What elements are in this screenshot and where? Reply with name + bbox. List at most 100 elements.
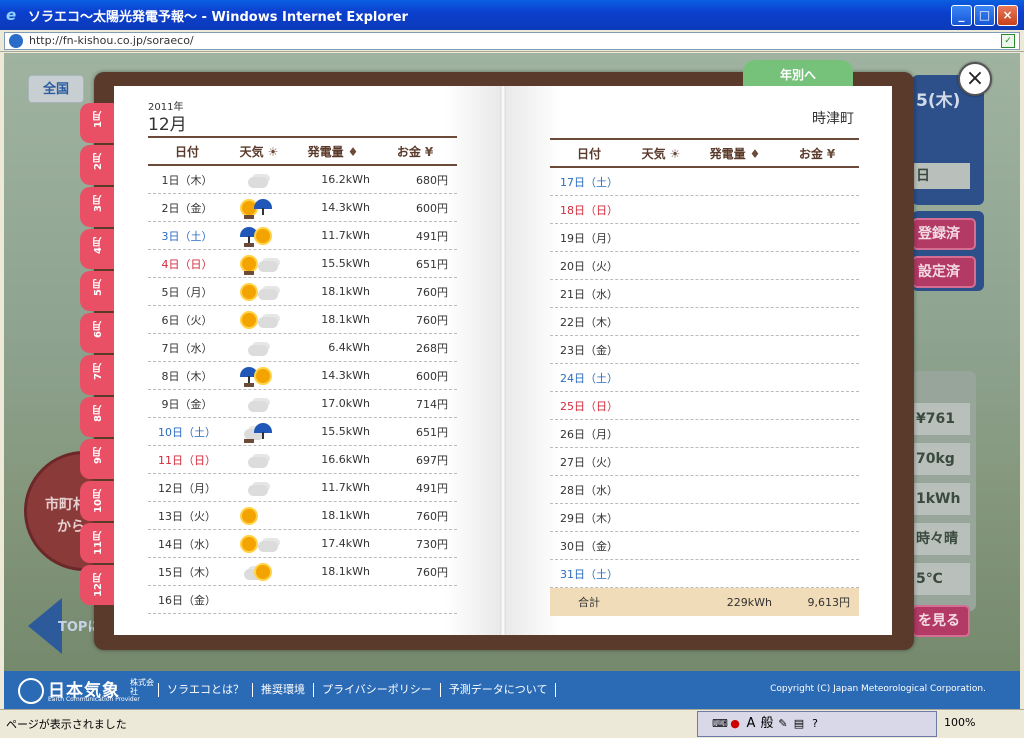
weather-cell [226, 391, 292, 417]
ime-mode[interactable]: A [744, 717, 758, 731]
month-tab[interactable]: 3月 [80, 187, 114, 227]
month-tab[interactable]: 10月 [80, 481, 114, 521]
sun-icon [256, 228, 270, 243]
tool-icon[interactable]: ✎ [776, 717, 790, 731]
month-tab[interactable]: 8月 [80, 397, 114, 437]
close-modal-button[interactable]: × [958, 62, 992, 96]
maximize-button[interactable]: □ [974, 5, 995, 26]
date-cell: 9日（金） [161, 397, 213, 411]
ime-conversion[interactable]: 般 [760, 717, 774, 731]
table-row: 24日（土） [550, 364, 859, 392]
weather-cell [628, 281, 694, 307]
pad-icon[interactable]: ▤ [792, 717, 806, 731]
weather-cell [226, 419, 292, 445]
date-cell: 26日（月） [560, 427, 618, 441]
jmc-logo[interactable]: 日本気象 株式会社 Earth Communication Provider [18, 675, 158, 705]
month-tab[interactable]: 6月 [80, 313, 114, 353]
sun-icon [242, 312, 256, 327]
weather-cell [226, 279, 292, 305]
power-header-icon: ♦ [749, 146, 761, 161]
table-row: 10日（土） 15.5kWh 651円 [148, 418, 457, 446]
table-row: 11日（日） 16.6kWh 697円 [148, 446, 457, 474]
date-cell: 1日（木） [161, 173, 213, 187]
registered-button[interactable]: 登録済 [912, 218, 976, 250]
header-money: お金 ¥ [798, 146, 836, 161]
footer-link-data[interactable]: 予測データについて [439, 683, 557, 697]
browser-window: e ソラエコ〜太陽光発電予報〜 - Windows Internet Explo… [0, 0, 1024, 738]
ime-ball-icon[interactable]: ● [728, 717, 742, 731]
money-cell: 651円 [416, 425, 448, 439]
power-cell: 18.1kWh [321, 285, 370, 298]
date-cell: 24日（土） [560, 371, 618, 385]
money-cell: 491円 [416, 229, 448, 243]
table-row: 14日（水） 17.4kWh 730円 [148, 530, 457, 558]
table-row: 29日（木） [550, 504, 859, 532]
weather-cell [226, 251, 292, 277]
date-cell: 16日（金） [158, 593, 216, 607]
date-cell: 18日（日） [560, 203, 618, 217]
month-tab[interactable]: 11月 [80, 523, 114, 563]
cloud-icon [248, 456, 268, 468]
weather-cell [628, 533, 694, 559]
table-row: 13日（火） 18.1kWh 760円 [148, 502, 457, 530]
zoom-level[interactable]: 100% [944, 716, 975, 729]
month-tab[interactable]: 12月 [80, 565, 114, 605]
sun-icon [242, 536, 256, 551]
total-row: 合計 229kWh 9,613円 [550, 588, 859, 616]
footer-link-about[interactable]: ソラエコとは？ [158, 683, 252, 697]
money-cell: 760円 [416, 313, 448, 327]
cloud-icon [258, 260, 278, 272]
trend-arrow-icon [244, 382, 254, 387]
weather-cell [628, 225, 694, 251]
book-spine [500, 86, 506, 635]
month-tab[interactable]: 7月 [80, 355, 114, 395]
table-row: 30日（金） [550, 532, 859, 560]
month-tab[interactable]: 5月 [80, 271, 114, 311]
date-cell: 22日（木） [560, 315, 618, 329]
month-tab[interactable]: 9月 [80, 439, 114, 479]
power-cell: 11.7kWh [321, 229, 370, 242]
month-tab[interactable]: 4月 [80, 229, 114, 269]
table-header: 日付 天気 ☀ 発電量 ♦ お金 ¥ [148, 138, 457, 166]
weather-cell [226, 587, 292, 613]
address-field[interactable]: http://fn-kishou.co.jp/soraeco/ ✓ [4, 32, 1020, 50]
ime-toolbar[interactable]: ⌨ ● A 般 ✎ ▤ ? [697, 711, 937, 737]
table-row: 23日（金） [550, 336, 859, 364]
weather-header-icon: ☀ [267, 144, 279, 159]
month-tab[interactable]: 2月 [80, 145, 114, 185]
table-header: 日付 天気 ☀ 発電量 ♦ お金 ¥ [550, 140, 859, 168]
table-row: 27日（火） [550, 448, 859, 476]
keyboard-icon[interactable]: ⌨ [712, 717, 728, 731]
footer-link-env[interactable]: 推奨環境 [252, 683, 313, 697]
power-cell: 14.3kWh [321, 369, 370, 382]
right-table: 日付 天気 ☀ 発電量 ♦ お金 ¥ 17日（土） 18日（日） 19日（月） 20日（火） 21日（… [550, 138, 859, 616]
month-tab[interactable]: 1月 [80, 103, 114, 143]
page-icon[interactable]: ✓ [1001, 34, 1015, 48]
minimize-button[interactable]: _ [951, 5, 972, 26]
nationwide-tab[interactable]: 全国 [28, 75, 84, 103]
value-yen: ¥761 [912, 403, 970, 435]
footer-link-privacy[interactable]: プライバシーポリシー [313, 683, 440, 697]
total-label: 合計 [578, 596, 600, 609]
weather-cell [226, 335, 292, 361]
power-cell: 16.6kWh [321, 453, 370, 466]
help-icon[interactable]: ? [808, 717, 822, 731]
money-cell: 600円 [416, 201, 448, 215]
money-header-icon: ¥ [424, 144, 434, 159]
view-button[interactable]: を見る [912, 605, 970, 637]
cloud-icon [258, 540, 278, 552]
day-label: 日 [912, 163, 970, 189]
back-arrow-icon [28, 598, 62, 654]
table-row: 31日（土） [550, 560, 859, 588]
power-cell: 17.0kWh [321, 397, 370, 410]
date-cell: 7日（水） [161, 341, 213, 355]
close-window-button[interactable]: × [997, 5, 1018, 26]
sun-icon [242, 284, 256, 299]
month-label: 12月 [148, 115, 187, 135]
settings-button[interactable]: 設定済 [912, 256, 976, 288]
yearly-tab[interactable]: 年別へ [743, 60, 853, 88]
power-cell: 15.5kWh [321, 257, 370, 270]
weather-cell [226, 475, 292, 501]
table-row: 5日（月） 18.1kWh 760円 [148, 278, 457, 306]
date-cell: 14日（水） [158, 537, 216, 551]
